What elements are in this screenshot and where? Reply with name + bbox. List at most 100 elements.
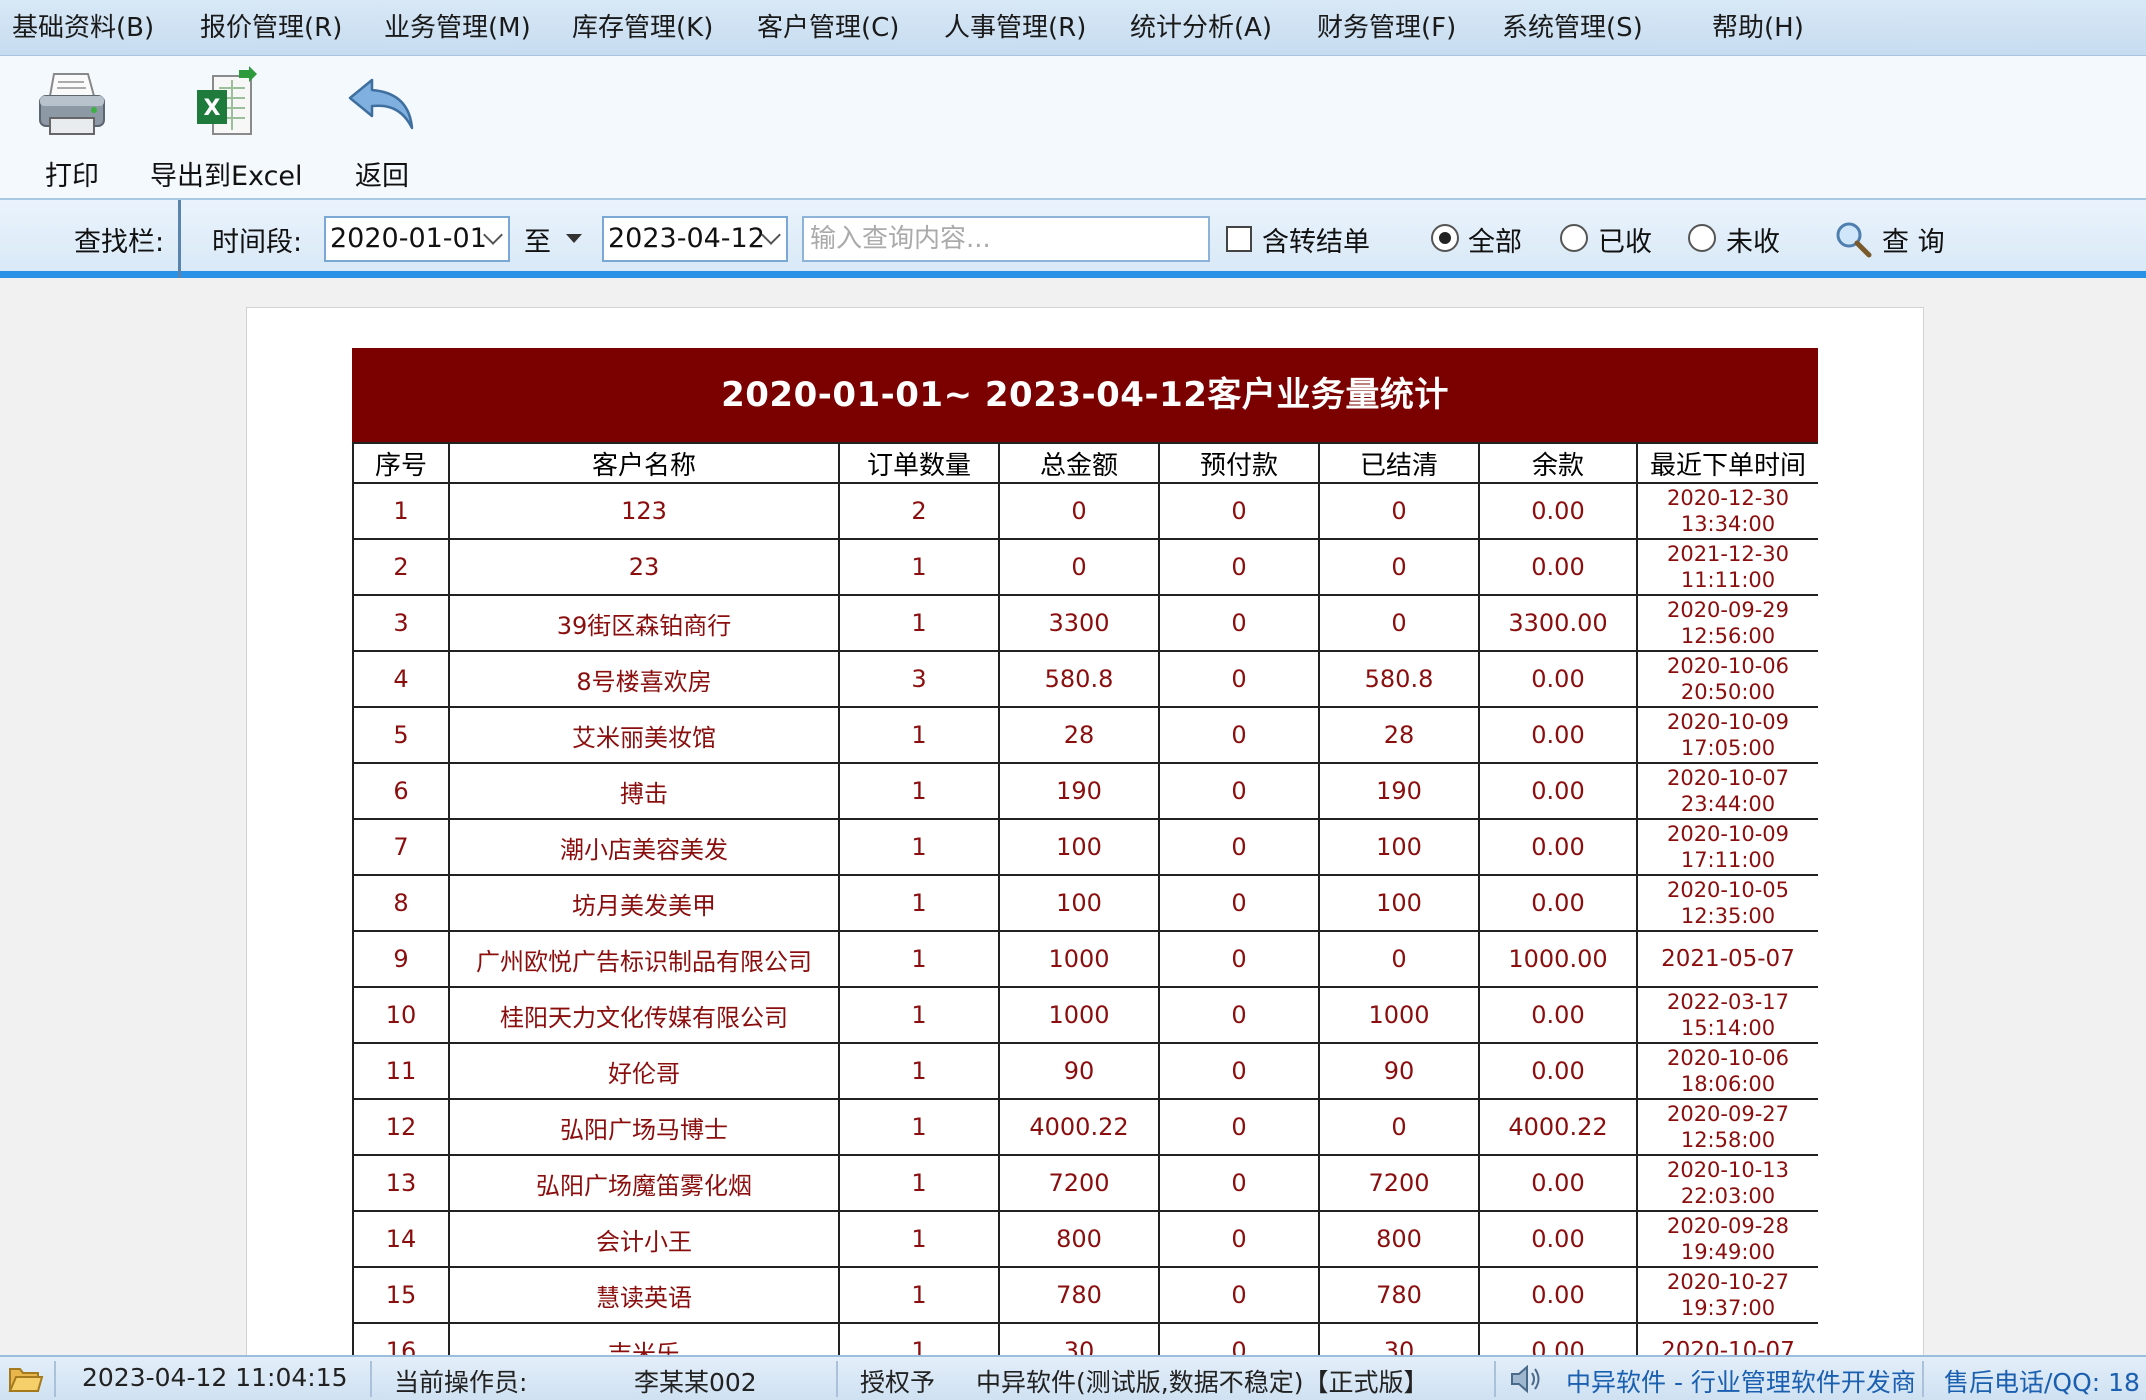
menu-item[interactable]: 财务管理(F) bbox=[1317, 10, 1456, 46]
column-header[interactable]: 序号 bbox=[352, 442, 450, 484]
table-cell: 11 bbox=[352, 1042, 450, 1100]
table-cell: 0 bbox=[998, 482, 1160, 540]
menu-item[interactable]: 系统管理(S) bbox=[1502, 10, 1643, 46]
table-row[interactable]: 3 39街区森铂商行 1 3300 0 0 3300.00 2020-09-29 12:56:0… bbox=[352, 594, 1818, 652]
table-cell: 16 bbox=[352, 1322, 450, 1355]
table-cell: 100 bbox=[1318, 874, 1480, 932]
menu-item[interactable]: 业务管理(M) bbox=[384, 10, 531, 46]
table-cell: 7200 bbox=[998, 1154, 1160, 1212]
table-cell: 3 bbox=[352, 594, 450, 652]
export-excel-button[interactable]: X 导出到Excel bbox=[150, 66, 303, 192]
table-cell: 3300.00 bbox=[1478, 594, 1638, 652]
last-order-clock: 12:58:00 bbox=[1680, 1128, 1776, 1152]
last-order-date: 2020-10-06 bbox=[1666, 654, 1790, 678]
table-cell: 90 bbox=[1318, 1042, 1480, 1100]
menu-item[interactable]: 统计分析(A) bbox=[1130, 10, 1272, 46]
table-cell: 弘阳广场魔笛雾化烟 bbox=[448, 1154, 840, 1212]
table-cell: 15 bbox=[352, 1266, 450, 1324]
table-cell: 4000.22 bbox=[1478, 1098, 1638, 1156]
table-row[interactable]: 5 艾米丽美妆馆 1 28 0 28 0.00 2020-10-09 17:05:00 bbox=[352, 706, 1818, 764]
speaker-icon[interactable] bbox=[1508, 1363, 1544, 1395]
table-cell: 1 bbox=[838, 538, 1000, 596]
print-button[interactable]: 打印 bbox=[30, 66, 114, 192]
table-row[interactable]: 2 23 1 0 0 0 0.00 2021-12-30 11:11:00 bbox=[352, 538, 1818, 596]
table-cell: 0.00 bbox=[1478, 482, 1638, 540]
date-from-picker[interactable]: 2020-01-01 bbox=[324, 216, 510, 262]
caret-down-icon[interactable] bbox=[566, 234, 582, 243]
status-divider bbox=[54, 1361, 56, 1397]
menu-item[interactable]: 库存管理(K) bbox=[572, 10, 713, 46]
last-order-time-cell: 2020-09-29 12:56:00 bbox=[1636, 594, 1818, 652]
menu-item[interactable]: 报价管理(R) bbox=[200, 10, 342, 46]
table-cell: 190 bbox=[1318, 762, 1480, 820]
table-cell: 7200 bbox=[1318, 1154, 1480, 1212]
table-cell: 1 bbox=[838, 1322, 1000, 1355]
column-header[interactable]: 已结清 bbox=[1318, 442, 1480, 484]
menu-item[interactable]: 基础资料(B) bbox=[12, 10, 154, 46]
last-order-time-cell: 2020-10-09 17:05:00 bbox=[1636, 706, 1818, 764]
table-row[interactable]: 12 弘阳广场马博士 1 4000.22 0 0 4000.22 2020-09-27 12:5… bbox=[352, 1098, 1818, 1156]
table-row[interactable]: 11 好伦哥 1 90 0 90 0.00 2020-10-06 18:06:00 bbox=[352, 1042, 1818, 1100]
column-header[interactable]: 客户名称 bbox=[448, 442, 840, 484]
query-button[interactable]: 查 询 bbox=[1834, 218, 1954, 262]
table-cell: 0.00 bbox=[1478, 1266, 1638, 1324]
table-row[interactable]: 10 桂阳天力文化传媒有限公司 1 1000 0 1000 0.00 2022-03-17 15… bbox=[352, 986, 1818, 1044]
menu-item[interactable]: 客户管理(C) bbox=[757, 10, 899, 46]
back-button[interactable]: 返回 bbox=[340, 66, 424, 192]
table-cell: 0 bbox=[1158, 818, 1320, 876]
column-header[interactable]: 最近下单时间 bbox=[1636, 442, 1818, 484]
table-cell: 1 bbox=[838, 986, 1000, 1044]
table-row[interactable]: 8 坊月美发美甲 1 100 0 100 0.00 2020-10-05 12:35:00 bbox=[352, 874, 1818, 932]
table-row[interactable]: 14 会计小王 1 800 0 800 0.00 2020-09-28 19:49:00 bbox=[352, 1210, 1818, 1268]
table-cell: 1 bbox=[352, 482, 450, 540]
column-header[interactable]: 订单数量 bbox=[838, 442, 1000, 484]
table-cell: 0.00 bbox=[1478, 762, 1638, 820]
table-row[interactable]: 1 123 2 0 0 0 0.00 2020-12-30 13:34:00 bbox=[352, 482, 1818, 540]
table-row[interactable]: 13 弘阳广场魔笛雾化烟 1 7200 0 7200 0.00 2020-10-13 22:03… bbox=[352, 1154, 1818, 1212]
radio-received-label: 已收 bbox=[1598, 227, 1652, 258]
last-order-time-cell: 2020-10-06 18:06:00 bbox=[1636, 1042, 1818, 1100]
last-order-date: 2020-12-30 bbox=[1666, 486, 1790, 510]
table-cell: 吉米乐 bbox=[448, 1322, 840, 1355]
report-table: 序号 客户名称 订单数量 总金额 预付款 已结清 余款 最近下单时间 1 123 2 0 0 0 0.00… bbox=[352, 442, 1818, 1355]
column-header[interactable]: 总金额 bbox=[998, 442, 1160, 484]
status-support: 售后电话/QQ: 18 bbox=[1944, 1368, 2140, 1397]
table-cell: 0 bbox=[1158, 930, 1320, 988]
radio-all[interactable] bbox=[1431, 224, 1459, 252]
column-header[interactable]: 预付款 bbox=[1158, 442, 1320, 484]
menu-item[interactable]: 人事管理(R) bbox=[944, 10, 1086, 46]
table-cell: 1000 bbox=[998, 986, 1160, 1044]
table-row[interactable]: 16 吉米乐 1 30 0 30 0.00 2020-10-07 bbox=[352, 1322, 1818, 1355]
last-order-date: 2020-10-27 bbox=[1666, 1270, 1790, 1294]
table-row[interactable]: 4 8号楼喜欢房 3 580.8 0 580.8 0.00 2020-10-06 20:50:0… bbox=[352, 650, 1818, 708]
status-bar: 2023-04-12 11:04:15 当前操作员: 李某某002 授权予 中异… bbox=[0, 1355, 2146, 1400]
radio-unreceived[interactable] bbox=[1688, 224, 1716, 252]
table-row[interactable]: 9 广州欧悦广告标识制品有限公司 1 1000 0 0 1000.00 2021-05-07 bbox=[352, 930, 1818, 988]
table-cell: 13 bbox=[352, 1154, 450, 1212]
table-cell: 8号楼喜欢房 bbox=[448, 650, 840, 708]
table-row[interactable]: 6 搏击 1 190 0 190 0.00 2020-10-07 23:44:00 bbox=[352, 762, 1818, 820]
table-cell: 100 bbox=[998, 818, 1160, 876]
query-input[interactable] bbox=[802, 216, 1210, 262]
table-cell: 4 bbox=[352, 650, 450, 708]
menu-item[interactable]: 帮助(H) bbox=[1712, 10, 1804, 46]
table-row[interactable]: 7 潮小店美容美发 1 100 0 100 0.00 2020-10-09 17:11:00 bbox=[352, 818, 1818, 876]
last-order-time-cell: 2020-10-07 bbox=[1636, 1322, 1818, 1355]
menu-bar: 基础资料(B) 报价管理(R) 业务管理(M) 库存管理(K) 客户管理(C) 人事管理(… bbox=[0, 0, 2146, 56]
report-title: 2020-01-01~ 2023-04-12客户业务量统计 bbox=[352, 348, 1818, 442]
table-cell: 14 bbox=[352, 1210, 450, 1268]
last-order-date: 2020-09-27 bbox=[1666, 1102, 1790, 1126]
table-cell: 1 bbox=[838, 594, 1000, 652]
include-transfer-checkbox[interactable] bbox=[1226, 226, 1252, 252]
query-button-label: 查 询 bbox=[1882, 227, 1945, 258]
column-header[interactable]: 余款 bbox=[1478, 442, 1638, 484]
radio-received[interactable] bbox=[1560, 224, 1588, 252]
date-to-picker[interactable]: 2023-04-12 bbox=[602, 216, 788, 262]
table-cell: 0.00 bbox=[1478, 1322, 1638, 1355]
status-vendor[interactable]: 中异软件 - 行业管理软件开发商 bbox=[1566, 1363, 1916, 1399]
status-divider bbox=[1922, 1361, 1924, 1397]
table-cell: 0 bbox=[1158, 1322, 1320, 1355]
table-row[interactable]: 15 慧读英语 1 780 0 780 0.00 2020-10-27 19:37:00 bbox=[352, 1266, 1818, 1324]
table-cell: 0 bbox=[1158, 1266, 1320, 1324]
table-cell: 800 bbox=[998, 1210, 1160, 1268]
